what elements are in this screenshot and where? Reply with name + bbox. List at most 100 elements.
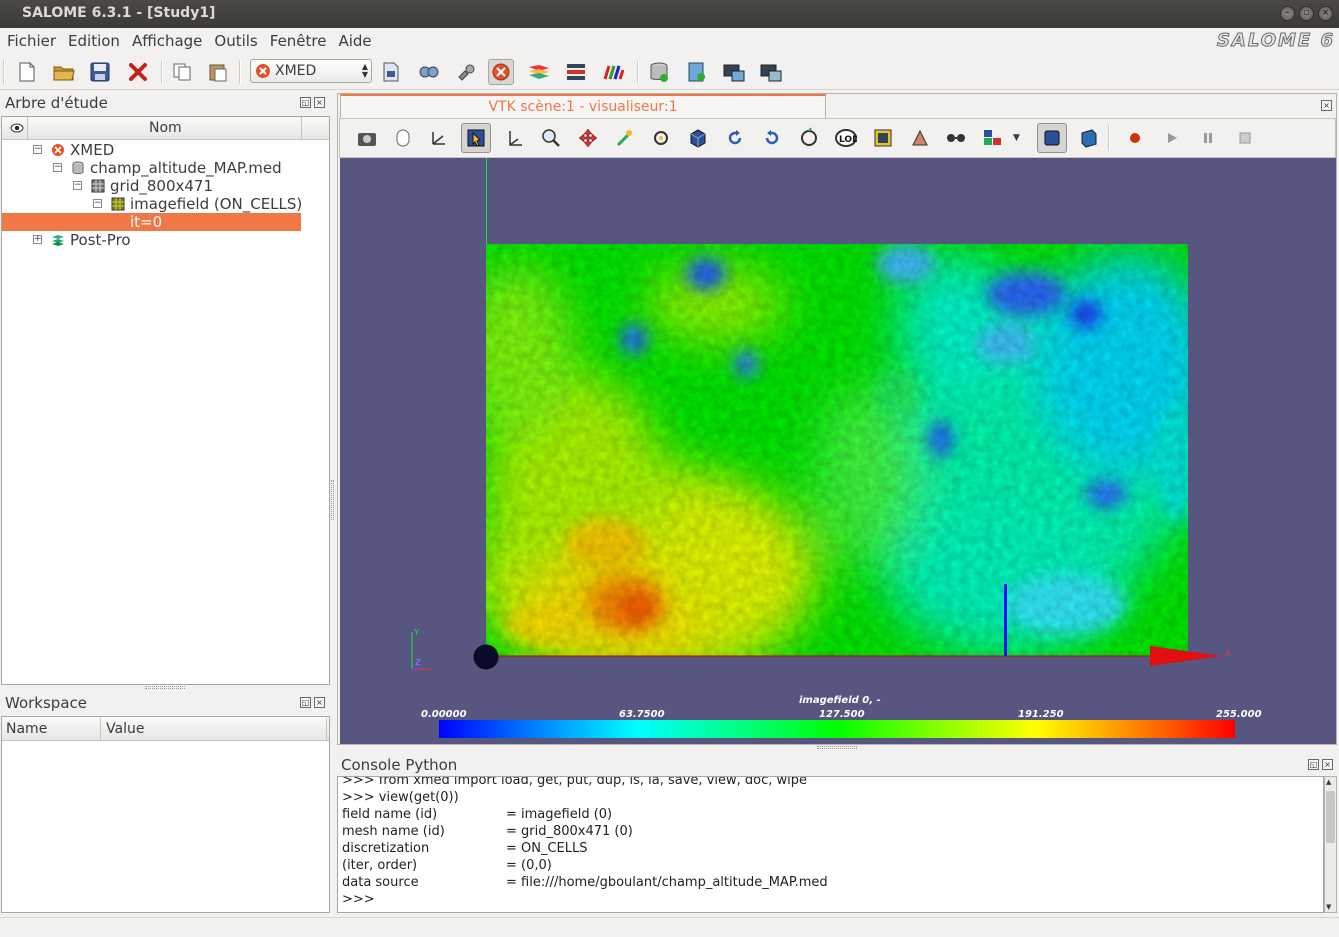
scalar-colorbar [439, 720, 1235, 738]
scrollbar-thumb[interactable] [1326, 791, 1335, 843]
copy-icon[interactable] [169, 59, 195, 85]
post-pro-icon[interactable] [526, 59, 552, 85]
close-dock-button[interactable]: × [1322, 759, 1333, 770]
tree-expander[interactable]: − [73, 181, 82, 190]
vertical-splitter-handle[interactable] [331, 480, 334, 520]
shading-icon[interactable] [1074, 123, 1104, 153]
load-module-icon[interactable] [378, 59, 404, 85]
play-icon[interactable] [1157, 123, 1187, 153]
module-selector[interactable]: XMED ▲ ▼ [250, 59, 372, 83]
new-document-icon[interactable] [14, 59, 40, 85]
synchronize-icon[interactable] [978, 123, 1008, 153]
menu-outils[interactable]: Outils [208, 32, 263, 50]
tree-header: Nom [2, 117, 329, 140]
save-icon[interactable] [87, 59, 113, 85]
console-line: data source = file:///home/gboulant/champ… [342, 875, 828, 890]
global-pan-icon[interactable] [610, 123, 640, 153]
paste-icon[interactable] [205, 59, 231, 85]
mesh-icon[interactable] [563, 59, 589, 85]
dump-study-icon[interactable] [416, 59, 442, 85]
scroll-up-icon[interactable]: ▲ [1326, 778, 1331, 786]
surface-mode-icon[interactable] [1037, 123, 1067, 153]
tree-node-imagefield[interactable]: imagefield (ON_CELLS) [111, 195, 302, 213]
close-window-button[interactable]: × [1318, 6, 1333, 21]
tree-expander[interactable]: − [53, 163, 62, 172]
module-select-value: XMED [275, 63, 317, 79]
maximize-button[interactable]: ▫ [1299, 6, 1314, 21]
console-scrollbar[interactable]: ▲ ▼ [1324, 776, 1337, 913]
tab-vtk-viewer[interactable]: VTK scène:1 - visualiseur:1 [340, 94, 826, 118]
tree-node-postpro[interactable]: Post-Pro [51, 231, 131, 249]
pan-icon[interactable] [573, 123, 603, 153]
viewer-splitter-handle[interactable] [817, 746, 857, 749]
pause-icon[interactable] [1193, 123, 1223, 153]
float-dock-button[interactable]: ◱ [300, 697, 311, 708]
xmed-module-icon[interactable] [488, 59, 514, 85]
svg-text:LOD: LOD [839, 135, 857, 145]
menu-edition[interactable]: Edition [62, 32, 126, 50]
eye-icon[interactable] [10, 122, 24, 137]
float-dock-button[interactable]: ◱ [1308, 759, 1319, 770]
menu-fenetre[interactable]: Fenêtre [264, 32, 333, 50]
reset-view-icon[interactable] [794, 123, 824, 153]
console-prompt[interactable]: >>> [342, 892, 375, 907]
colorbar-label-q1: 63.7500 [619, 709, 665, 720]
float-dock-button[interactable]: ◱ [300, 97, 311, 108]
stop-icon[interactable] [1230, 123, 1260, 153]
zoom-icon[interactable] [536, 123, 566, 153]
add-field-icon[interactable] [684, 59, 710, 85]
console-line: >>> view(get(0)) [342, 790, 459, 805]
tree-expander[interactable]: + [33, 235, 42, 244]
column-value[interactable]: Value [106, 721, 144, 737]
tree-expander[interactable]: − [33, 145, 42, 154]
rotate-counterclockwise-icon[interactable] [720, 123, 750, 153]
vtk-viewport[interactable]: X Y Z imagefield 0, - 0.00000 63.7500 12… [340, 158, 1336, 744]
database-icon [72, 161, 84, 174]
minimize-button[interactable]: – [1280, 6, 1295, 21]
graduated-axes-icon[interactable] [868, 123, 898, 153]
tree-expander[interactable]: − [93, 199, 102, 208]
tree-node-xmed[interactable]: XMED [51, 141, 114, 159]
column-name[interactable]: Name [6, 721, 47, 737]
workspace-load-icon[interactable] [758, 59, 784, 85]
postpro-icon [52, 235, 64, 246]
tree-node-med-file[interactable]: champ_altitude_MAP.med [71, 159, 282, 177]
spin-arrows-icon: ▲ ▼ [361, 62, 368, 79]
dump-view-icon[interactable] [352, 123, 382, 153]
database-icon[interactable] [646, 59, 672, 85]
python-console[interactable]: >>> from xmed import load, get, put, dup… [337, 776, 1324, 913]
colorbar-label-max: 255.000 [1216, 709, 1262, 720]
close-viewer-button[interactable]: × [1321, 100, 1332, 111]
close-document-icon[interactable] [125, 59, 151, 85]
open-folder-icon[interactable] [51, 59, 77, 85]
close-dock-button[interactable]: × [314, 697, 325, 708]
study-tree-title: Arbre d'étude [5, 94, 108, 112]
trihedron-icon[interactable] [424, 123, 454, 153]
colormap-icon[interactable] [600, 59, 626, 85]
dropdown-arrow-icon[interactable]: ▼ [1013, 133, 1020, 143]
view-cube-icon[interactable] [683, 123, 713, 153]
tree-node-grid[interactable]: grid_800x471 [91, 177, 213, 195]
gear-icon[interactable] [453, 59, 479, 85]
menu-aide[interactable]: Aide [332, 32, 377, 50]
axis-icon[interactable] [500, 123, 530, 153]
stereo-icon[interactable] [941, 123, 971, 153]
salome-logo: SALOME 6 [1216, 30, 1335, 52]
tree-node-iteration[interactable]: it=0 [130, 213, 162, 231]
rotation-point-icon[interactable] [646, 123, 676, 153]
close-dock-button[interactable]: × [314, 97, 325, 108]
record-icon[interactable] [1120, 123, 1150, 153]
projection-icon[interactable] [905, 123, 935, 153]
menu-affichage[interactable]: Affichage [126, 32, 208, 50]
menu-fichier[interactable]: Fichier [0, 32, 62, 50]
selection-icon[interactable] [461, 123, 491, 153]
rotate-clockwise-icon[interactable] [757, 123, 787, 153]
window-title: SALOME 6.3.1 - [Study1] [22, 5, 216, 21]
splitter-handle[interactable] [145, 686, 185, 689]
colorbar-label-mid: 127.500 [819, 709, 865, 720]
column-name-header[interactable]: Nom [149, 120, 182, 136]
scroll-down-icon[interactable]: ▼ [1326, 903, 1331, 911]
interaction-style-icon[interactable] [388, 123, 418, 153]
lod-icon[interactable]: LOD [831, 123, 861, 153]
workspace-save-icon[interactable] [721, 59, 747, 85]
